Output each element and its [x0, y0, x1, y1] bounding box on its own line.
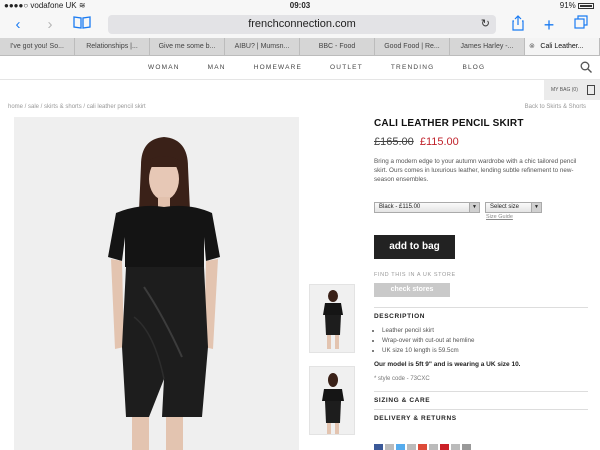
browser-tab-active[interactable]: ⊗ Cali Leather...: [525, 38, 600, 55]
sale-price: £115.00: [419, 136, 459, 148]
model-note: Our model is 5ft 9" and is wearing a UK …: [374, 361, 521, 368]
product-details: CALI LEATHER PENCIL SKIRT £165.00 £115.0…: [374, 118, 588, 450]
tab-strip: I've got you! So... Relationships |... G…: [0, 38, 600, 56]
bag-icon: [587, 85, 595, 95]
style-code: * style code - 73CXC: [374, 376, 430, 382]
my-bag-button[interactable]: MY BAG (0): [544, 80, 600, 100]
nav-blog[interactable]: BLOG: [462, 56, 485, 80]
product-title: CALI LEATHER PENCIL SKIRT: [374, 118, 524, 129]
search-icon[interactable]: [580, 61, 592, 73]
site-navigation: WOMAN MAN HOMEWARE OUTLET TRENDING BLOG: [0, 56, 600, 80]
back-icon[interactable]: ‹: [10, 15, 26, 35]
google-plus-icon[interactable]: [418, 444, 427, 450]
pinterest-icon[interactable]: [440, 444, 449, 450]
original-price: £165.00: [374, 136, 414, 148]
description-heading[interactable]: DESCRIPTION: [374, 307, 588, 320]
browser-tab[interactable]: Relationships |...: [75, 38, 150, 55]
browser-tab[interactable]: AIBU? | Mumsn...: [225, 38, 300, 55]
url-text: frenchconnection.com: [248, 18, 356, 30]
product-price: £165.00 £115.00: [374, 136, 588, 148]
reload-icon[interactable]: ↻: [481, 15, 490, 34]
description-list: Leather pencil skirt Wrap-over with cut-…: [382, 326, 474, 356]
status-bar: ●●●●○ vodafone UK ≋ 09:03 91%: [0, 0, 600, 12]
back-to-category-link[interactable]: Back to Skirts & Shorts: [525, 104, 586, 110]
new-tab-icon[interactable]: +: [540, 15, 558, 35]
nav-outlet[interactable]: OUTLET: [330, 56, 363, 80]
colour-select-value: Black - £115.00: [379, 204, 421, 210]
colour-select[interactable]: Black - £115.00 ▼: [374, 202, 480, 213]
share-icon[interactable]: [407, 444, 416, 450]
facebook-icon[interactable]: [374, 444, 383, 450]
sizing-care-heading[interactable]: SIZING & CARE: [374, 391, 588, 404]
list-item: UK size 10 length is 59.5cm: [382, 346, 474, 356]
chevron-down-icon: ▼: [469, 203, 479, 212]
browser-tab[interactable]: James Harley -...: [450, 38, 525, 55]
social-share-bar: [374, 444, 471, 450]
twitter-icon[interactable]: [396, 444, 405, 450]
browser-toolbar: ‹ › frenchconnection.com ↻ +: [0, 12, 600, 38]
browser-tab[interactable]: Give me some b...: [150, 38, 225, 55]
battery-status: 91%: [560, 1, 594, 10]
browser-tab[interactable]: I've got you! So...: [0, 38, 75, 55]
add-to-bag-button[interactable]: add to bag: [374, 235, 455, 259]
email-icon[interactable]: [462, 444, 471, 450]
size-select-value: Select size: [490, 204, 520, 210]
browser-tab[interactable]: Good Food | Re...: [375, 38, 450, 55]
product-main-image[interactable]: [14, 117, 299, 450]
find-in-store-label: FIND THIS IN A UK STORE: [374, 272, 456, 278]
size-guide-link[interactable]: Size Guide: [486, 214, 513, 220]
product-description: Bring a modern edge to your autumn wardr…: [374, 158, 577, 183]
my-bag-label: MY BAG (0): [551, 87, 578, 93]
nav-homeware[interactable]: HOMEWARE: [254, 56, 302, 80]
delivery-returns-heading[interactable]: DELIVERY & RETURNS: [374, 409, 588, 422]
product-thumbnail[interactable]: [309, 284, 355, 353]
list-item: Wrap-over with cut-out at hemline: [382, 336, 474, 346]
bookmarks-icon[interactable]: [72, 15, 92, 35]
browser-tab[interactable]: BBC - Food: [300, 38, 375, 55]
share-icon[interactable]: [429, 444, 438, 450]
forward-icon[interactable]: ›: [42, 15, 58, 35]
battery-icon: [578, 2, 594, 9]
tabs-icon[interactable]: [572, 15, 590, 35]
share-icon[interactable]: [510, 15, 526, 35]
breadcrumb[interactable]: home / sale / skirts & shorts / cali lea…: [8, 104, 146, 110]
nav-man[interactable]: MAN: [208, 56, 226, 80]
check-stores-button[interactable]: check stores: [374, 283, 450, 297]
product-thumbnail[interactable]: [309, 366, 355, 435]
share-icon[interactable]: [451, 444, 460, 450]
list-item: Leather pencil skirt: [382, 326, 474, 336]
chevron-down-icon: ▼: [531, 203, 541, 212]
active-tab-label: Cali Leather...: [540, 43, 584, 50]
nav-trending[interactable]: TRENDING: [391, 56, 435, 80]
nav-woman[interactable]: WOMAN: [148, 56, 180, 80]
size-select[interactable]: Select size ▼: [485, 202, 542, 213]
share-icon[interactable]: [385, 444, 394, 450]
address-bar[interactable]: frenchconnection.com ↻: [108, 15, 496, 34]
clock: 09:03: [289, 1, 311, 10]
close-tab-icon[interactable]: ⊗: [529, 38, 535, 55]
battery-percent: 91%: [559, 1, 576, 10]
